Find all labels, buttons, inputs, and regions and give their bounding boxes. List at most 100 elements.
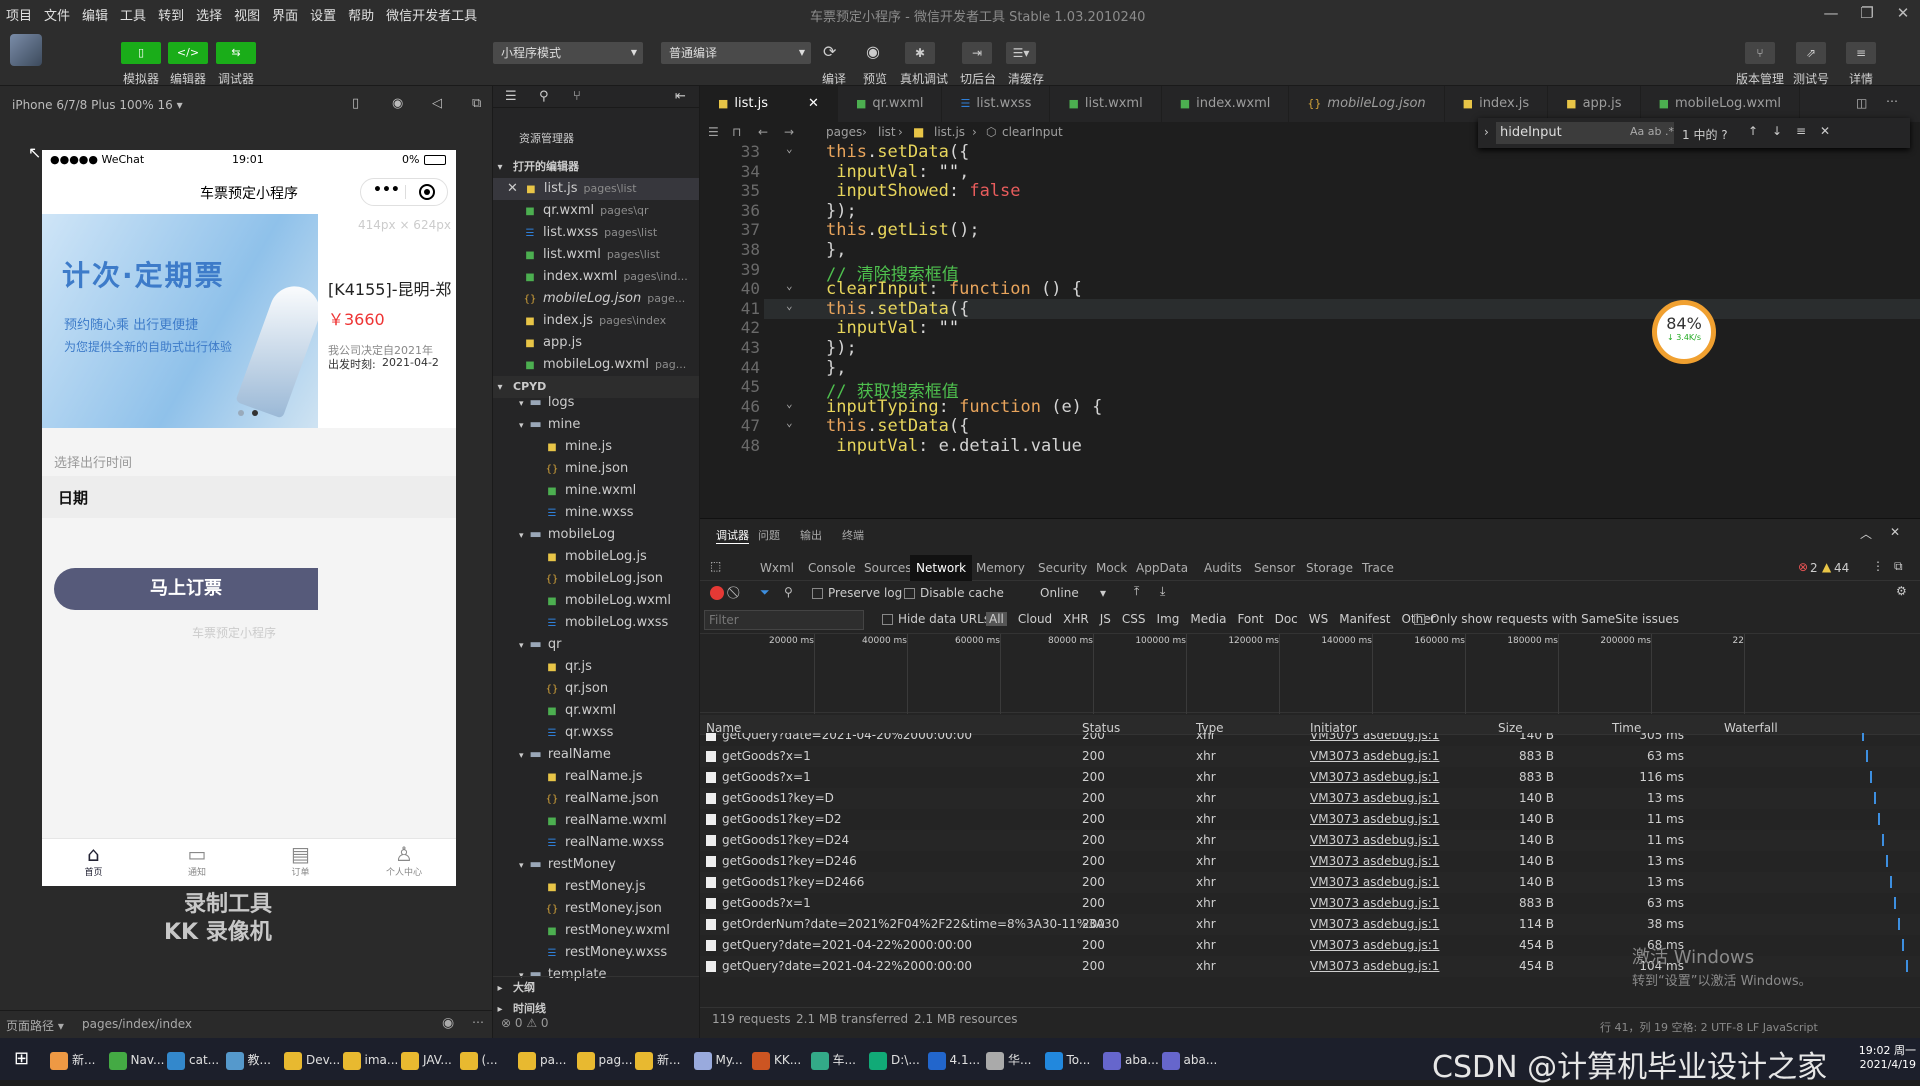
cell-initiator[interactable]: VM3073 asdebug.js:1 (1310, 746, 1439, 767)
date-picker[interactable]: 日期 (42, 476, 456, 518)
avatar[interactable] (10, 34, 42, 66)
taskbar-item[interactable]: Dev... (284, 1048, 340, 1072)
tab-item[interactable]: ▭ 通知 (146, 843, 249, 878)
folder-item[interactable]: ▾ ▬ qr (493, 634, 699, 656)
clear-cache-label[interactable]: 清缓存 (996, 70, 1056, 87)
hide-data-urls-label[interactable]: Hide data URLs (898, 612, 990, 626)
breadcrumb-item[interactable]: list.js (934, 122, 965, 142)
editor-tab[interactable]: {} mobileLog.json (1289, 86, 1445, 122)
folder-item[interactable]: ▾ ▬ realName (493, 744, 699, 766)
file-item[interactable]: ☰ qr.wxss (493, 722, 699, 744)
next-match-icon[interactable]: ↓ (1772, 124, 1782, 138)
capsule-button[interactable]: ••• (360, 178, 448, 206)
devtools-panel-tab[interactable]: AppData (1130, 555, 1194, 581)
editor-tab[interactable]: ☰ list.wxss (942, 86, 1051, 122)
folder-item[interactable]: ▾ ▬ mine (493, 414, 699, 436)
taskbar-item[interactable]: ima... (342, 1048, 398, 1072)
fold-chevron-icon[interactable]: ⌄ (786, 279, 793, 292)
chevron-down-icon[interactable]: ▾ (519, 751, 524, 761)
cell-initiator[interactable]: VM3073 asdebug.js:1 (1310, 935, 1439, 956)
close-tab-icon[interactable]: ✕ (808, 96, 819, 111)
open-editor-item[interactable]: ■ mobileLog.wxml pag... (493, 354, 699, 376)
maximize-button[interactable]: ❐ (1852, 4, 1882, 22)
close-icon[interactable]: ✕ (507, 181, 518, 196)
type-filter[interactable]: JS (1100, 612, 1111, 626)
disable-cache-label[interactable]: Disable cache (920, 586, 1004, 600)
outline-section[interactable]: ▸ 大纲 (493, 976, 699, 998)
cell-initiator[interactable]: VM3073 asdebug.js:1 (1310, 767, 1439, 788)
same-site-checkbox[interactable] (1414, 614, 1425, 625)
find-in-selection-icon[interactable]: ≡ (1796, 124, 1806, 138)
open-editor-item[interactable]: ■ index.wxml pages\ind... (493, 266, 699, 288)
remote-debug-icon[interactable]: ✱ (905, 42, 935, 64)
type-filter[interactable]: Cloud (1018, 612, 1052, 626)
close-miniprogram-icon[interactable] (419, 184, 435, 200)
volume-icon[interactable]: ◁ (432, 96, 442, 111)
type-filter[interactable]: WS (1309, 612, 1328, 626)
file-item[interactable]: ■ qr.js (493, 656, 699, 678)
open-editor-item[interactable]: ■ list.wxml pages\list (493, 244, 699, 266)
swiper-dot-active[interactable] (252, 410, 258, 416)
open-editor-item[interactable]: ■ app.js (493, 332, 699, 354)
timeline-overview[interactable]: 20000 ms 40000 ms 60000 ms 80000 ms 100000 m… (700, 633, 1920, 714)
file-item[interactable]: ■ restMoney.wxml (493, 920, 699, 942)
more-icon[interactable]: ••• (373, 182, 400, 198)
remote-debug-label[interactable]: 真机调试 (894, 70, 954, 87)
open-editor-item[interactable]: ✕ ■ list.js pages\list (493, 178, 699, 200)
devtools-panel-tab[interactable]: Trace (1356, 555, 1400, 581)
cell-initiator[interactable]: VM3073 asdebug.js:1 (1310, 788, 1439, 809)
chevron-down-icon[interactable]: ▾ (519, 421, 524, 431)
page-path-label[interactable]: 页面路径 ▾ (6, 1017, 64, 1034)
close-find-icon[interactable]: ✕ (1820, 124, 1830, 138)
chevron-down-icon[interactable]: ▾ (519, 641, 524, 651)
book-now-button[interactable]: 马上订票 (54, 568, 318, 610)
devtools-top-tab[interactable]: 问题 (758, 527, 780, 543)
fold-chevron-icon[interactable]: ⌄ (786, 397, 793, 410)
open-editor-item[interactable]: {} mobileLog.json page... (493, 288, 699, 310)
more-icon[interactable]: ⋯ (1886, 94, 1898, 108)
cell-initiator[interactable]: VM3073 asdebug.js:1 (1310, 851, 1439, 872)
devtools-panel-tab[interactable]: Wxml (754, 555, 800, 581)
type-filter[interactable]: Media (1190, 612, 1226, 626)
cell-initiator[interactable]: VM3073 asdebug.js:1 (1310, 733, 1439, 746)
taskbar-item[interactable]: My... (693, 1048, 743, 1072)
device-select[interactable]: iPhone 6/7/8 Plus 100% 16 ▾ (12, 98, 183, 112)
devtools-panel-tab[interactable]: Memory (970, 555, 1031, 581)
type-filter[interactable]: Doc (1275, 612, 1298, 626)
back-icon[interactable]: ← (758, 122, 768, 142)
tab-item[interactable]: ⌂ 首页 (42, 843, 145, 878)
version-control-icon[interactable]: ⑂ (1745, 42, 1775, 64)
file-item[interactable]: ■ restMoney.js (493, 876, 699, 898)
file-item[interactable]: ☰ realName.wxss (493, 832, 699, 854)
editor-tab[interactable]: ■ index.js (1445, 86, 1549, 122)
tab-item[interactable]: ♙ 个人中心 (353, 843, 456, 878)
refresh-icon[interactable]: ⟳ (823, 42, 836, 61)
taskbar-item[interactable]: (... (459, 1048, 498, 1072)
clock[interactable]: 19:02 周一 2021/4/19 (1830, 1042, 1916, 1071)
table-row[interactable]: getQuery?date=2021-04-20%2000:00:00 200 xh… (700, 733, 1920, 746)
filter-icon[interactable]: ⏷ (760, 585, 770, 600)
find-input[interactable]: hideInput Aa ab .* (1496, 122, 1674, 144)
taskbar-item[interactable]: 新... (635, 1048, 680, 1072)
menu-item[interactable]: 视图 (228, 5, 266, 24)
devtools-panel-tab[interactable]: Security (1032, 555, 1093, 581)
editor-tab[interactable]: ■ list.wxml (1050, 86, 1162, 122)
devtools-panel-tab[interactable]: Sensor (1248, 555, 1301, 581)
file-item[interactable]: ☰ restMoney.wxss (493, 942, 699, 964)
cell-initiator[interactable]: VM3073 asdebug.js:1 (1310, 956, 1439, 977)
banner-swiper[interactable]: 计次·定期票 预约随心乘 出行更便捷 为您提供全新的自助式出行体验 (42, 214, 327, 428)
taskbar-item[interactable]: 新... (50, 1048, 95, 1072)
taskbar-item[interactable]: 车... (810, 1048, 856, 1072)
table-row[interactable]: getGoods1?key=D2 200 xhr VM3073 asdebug.js:… (700, 809, 1920, 830)
editor-tab[interactable]: ■ index.wxml (1162, 86, 1290, 122)
table-row[interactable]: getGoods1?key=D24 200 xhr VM3073 asdebug.js… (700, 830, 1920, 851)
warning-count[interactable]: 44 (1834, 561, 1849, 575)
open-editors-section[interactable]: ▾ 打开的编辑器 (493, 156, 699, 178)
devtools-top-tab[interactable]: 输出 (800, 527, 822, 543)
open-editor-item[interactable]: ☰ list.wxss pages\list (493, 222, 699, 244)
file-item[interactable]: {} realName.json (493, 788, 699, 810)
folder-item[interactable]: ▾ ▬ restMoney (493, 854, 699, 876)
expand-replace-icon[interactable]: › (1484, 125, 1489, 139)
table-row[interactable]: getOrderNum?date=2021%2F04%2F22&time=8%3… (700, 914, 1920, 935)
collapse-icon[interactable]: ︿ (1860, 525, 1872, 542)
